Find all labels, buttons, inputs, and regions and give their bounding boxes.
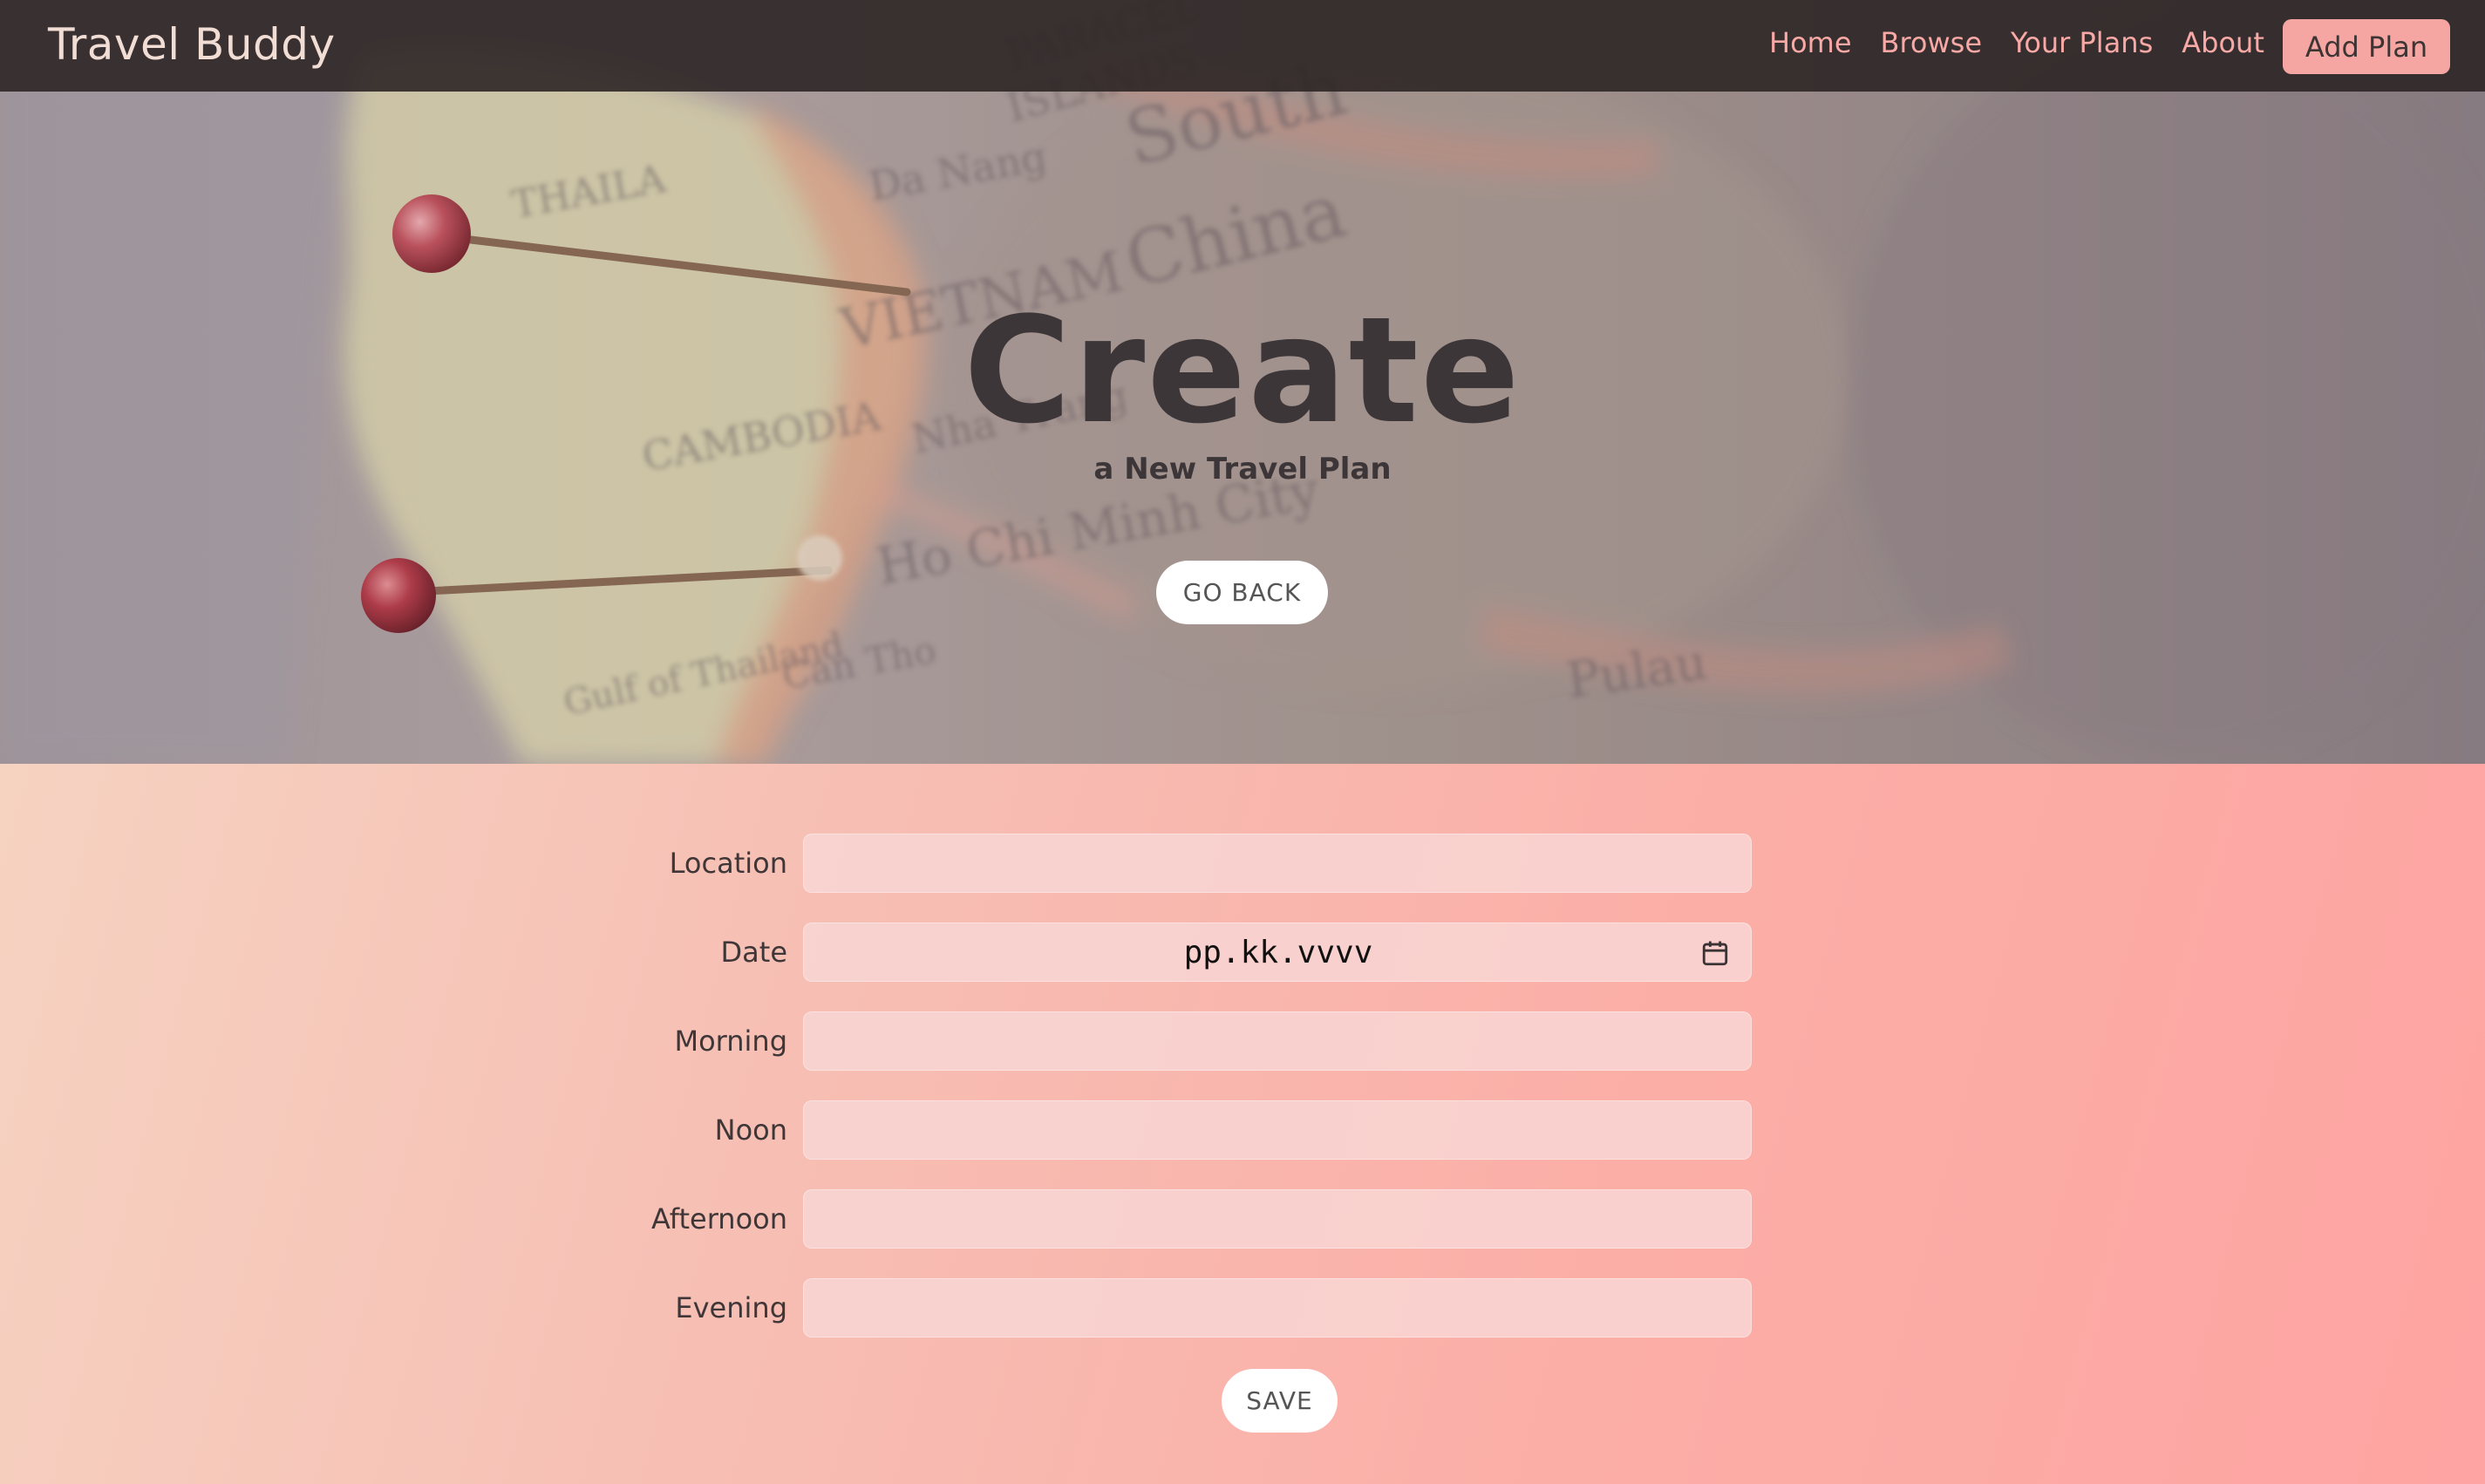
navbar: Travel Buddy Home Browse Your Plans Abou… [0, 0, 2485, 92]
calendar-icon[interactable] [1700, 938, 1730, 968]
nav-link-your-plans[interactable]: Your Plans [2011, 26, 2153, 59]
location-input[interactable] [803, 834, 1752, 893]
form-row-date: Date pp.kk.vvvv [0, 922, 2485, 982]
noon-label: Noon [714, 1113, 787, 1147]
evening-label: Evening [675, 1291, 787, 1324]
form-row-morning: Morning [0, 1011, 2485, 1071]
save-button[interactable]: SAVE [1222, 1369, 1338, 1433]
nav-links: Home Browse Your Plans About [1769, 26, 2293, 59]
form-row-location: Location [0, 834, 2485, 893]
morning-input[interactable] [803, 1011, 1752, 1071]
page-subtitle: a New Travel Plan [1093, 452, 1392, 487]
nav-link-home[interactable]: Home [1769, 26, 1852, 59]
form-row-evening: Evening [0, 1278, 2485, 1338]
form-row-noon: Noon [0, 1100, 2485, 1160]
hero-section: PARACEL ISLANDS Da Nang South China VIET… [0, 0, 2485, 764]
afternoon-label: Afternoon [651, 1202, 787, 1236]
date-input-value: pp.kk.vvvv [1183, 935, 1373, 970]
page-title: Create [963, 285, 1522, 456]
date-input[interactable]: pp.kk.vvvv [803, 922, 1752, 982]
morning-label: Morning [674, 1025, 787, 1058]
brand-logo[interactable]: Travel Buddy [48, 19, 336, 70]
evening-input[interactable] [803, 1278, 1752, 1338]
nav-link-browse[interactable]: Browse [1881, 26, 1983, 59]
date-label: Date [720, 936, 787, 969]
noon-input[interactable] [803, 1100, 1752, 1160]
afternoon-input[interactable] [803, 1189, 1752, 1249]
form-row-afternoon: Afternoon [0, 1189, 2485, 1249]
nav-link-about[interactable]: About [2182, 26, 2264, 59]
go-back-button[interactable]: GO BACK [1156, 561, 1328, 624]
location-label: Location [669, 847, 787, 880]
add-plan-button[interactable]: Add Plan [2283, 19, 2450, 74]
